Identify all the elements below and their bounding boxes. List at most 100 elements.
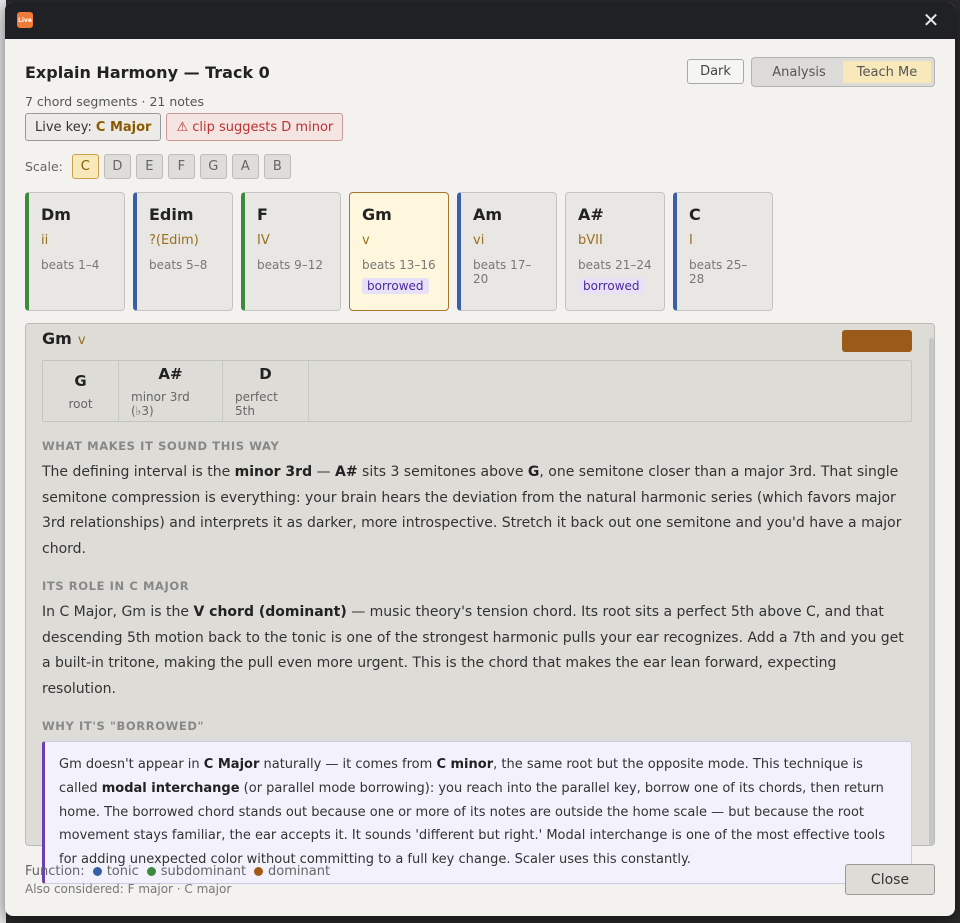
subdominant-dot-icon [146, 867, 156, 876]
chord-segments: Dm ii beats 1–4 Edim ?(Edim) beats 5–8 F… [25, 192, 773, 311]
detail-chord-name: Gm v [42, 329, 86, 348]
function-color-swatch [842, 330, 912, 352]
text-run: — [312, 464, 335, 480]
chord-name: Gm [362, 205, 392, 224]
key-badges: Live key: C Major ⚠ clip suggests D mino… [25, 113, 344, 141]
interval-cell: G root [43, 361, 119, 421]
chord-card[interactable]: C I beats 25–28 [673, 192, 773, 311]
scale-label: Scale: [25, 159, 63, 174]
page-title: Explain Harmony — Track 0 [25, 63, 270, 82]
chord-card[interactable]: A# bVII beats 21–24 borrowed [565, 192, 665, 311]
text-bold: A# [335, 464, 358, 480]
function-label: Function: [25, 864, 85, 879]
dark-theme-button[interactable]: Dark [687, 59, 744, 84]
interval-role: root [68, 396, 93, 411]
segment-summary: 7 chord segments · 21 notes [25, 94, 205, 109]
window-close-icon[interactable]: ✕ [921, 10, 941, 30]
detail-scrollbar[interactable] [929, 338, 934, 846]
chord-beats: beats 17–20 [473, 258, 532, 286]
dialog-header: Explain Harmony — Track 0 7 chord segmen… [5, 39, 955, 117]
dominant-dot-icon [254, 867, 264, 876]
chord-beats: beats 25–28 [689, 258, 748, 286]
text-bold: C minor [436, 757, 494, 772]
tab-teach-me[interactable]: Teach Me [843, 61, 931, 83]
scale-note-e[interactable]: E [135, 154, 163, 179]
function-legend: Function: tonic subdominant dominant [25, 864, 935, 879]
legend-subdominant: subdominant [146, 864, 247, 879]
chord-roman: v [362, 233, 370, 248]
legend-label: subdominant [160, 864, 247, 879]
scale-note-d[interactable]: D [103, 154, 131, 179]
titlebar: Live ✕ [5, 2, 955, 39]
interval-note: G [74, 371, 87, 390]
chord-roman: I [689, 233, 693, 248]
chord-roman: bVII [578, 233, 603, 248]
interval-note: D [259, 364, 272, 383]
detail-chord-label: Gm [42, 329, 72, 348]
detail-roman: v [77, 333, 86, 348]
legend-label: tonic [106, 864, 139, 879]
chord-beats: beats 9–12 [257, 258, 324, 272]
chord-name: A# [578, 205, 604, 224]
explain-harmony-dialog: Live ✕ Explain Harmony — Track 0 7 chord… [5, 2, 955, 916]
interval-role: perfect 5th [235, 389, 278, 418]
chord-roman: ii [41, 233, 49, 248]
scale-note-f[interactable]: F [167, 154, 195, 179]
legend-label: dominant [268, 864, 331, 879]
scale-note-c[interactable]: C [71, 154, 99, 179]
legend-tonic: tonic [92, 864, 139, 879]
key-warning-badge: ⚠ clip suggests D minor [166, 113, 344, 141]
chord-card[interactable]: Edim ?(Edim) beats 5–8 [133, 192, 233, 311]
text-run: naturally — it comes from [259, 757, 437, 772]
legend-dominant: dominant [254, 864, 330, 879]
role-paragraph: In C Major, Gm is the V chord (dominant)… [42, 600, 912, 702]
text-bold: modal interchange [101, 780, 240, 796]
chord-beats: beats 13–16 [362, 258, 436, 272]
detail-header: Gm v [42, 324, 912, 360]
chord-card[interactable]: Am vi beats 17–20 [457, 192, 557, 311]
live-key-value: C Major [95, 119, 152, 135]
app-icon: Live [17, 12, 33, 28]
text-run: sits 3 semitones above [357, 464, 528, 480]
interval-table: G root A# minor 3rd (♭3) D perfect 5th [42, 360, 912, 422]
text-bold: C Major [203, 757, 260, 772]
chord-card[interactable]: F IV beats 9–12 [241, 192, 341, 311]
borrowed-tag: borrowed [578, 278, 645, 294]
chord-detail-panel: Gm v G root A# minor 3rd (♭3) D perfect 5… [25, 323, 935, 884]
section-heading-role: ITS ROLE IN C MAJOR [42, 579, 190, 593]
text-run: In C Major, Gm is the [42, 604, 194, 620]
interval-cell: A# minor 3rd (♭3) [119, 361, 223, 421]
chord-name: F [257, 205, 268, 224]
chord-name: Edim [149, 205, 194, 224]
chord-card-selected[interactable]: Gm v beats 13–16 borrowed [349, 192, 449, 311]
scale-note-b[interactable]: B [263, 154, 291, 179]
chord-card[interactable]: Dm ii beats 1–4 [25, 192, 125, 311]
text-bold: V chord (dominant) [193, 604, 347, 620]
interval-role: minor 3rd (♭3) [131, 389, 190, 418]
live-key-label: Live key: [35, 119, 92, 135]
chord-name: Am [473, 205, 503, 224]
also-considered: Also considered: F major · C major [25, 882, 232, 896]
interval-cell: D perfect 5th [223, 361, 309, 421]
text-run: Gm doesn't appear in [59, 757, 204, 772]
scale-selector: Scale: C D E F G A B [25, 154, 291, 179]
close-button[interactable]: Close [845, 864, 935, 895]
tab-analysis[interactable]: Analysis [755, 61, 843, 83]
scale-note-a[interactable]: A [231, 154, 259, 179]
chord-beats: beats 1–4 [41, 258, 100, 272]
live-key-badge: Live key: C Major [25, 113, 162, 141]
scale-note-g[interactable]: G [199, 154, 227, 179]
section-heading-sound: WHAT MAKES IT SOUND THIS WAY [42, 439, 280, 453]
text-bold: G [527, 464, 540, 480]
chord-roman: IV [257, 233, 270, 248]
chord-name: Dm [41, 205, 71, 224]
borrowed-tag: borrowed [362, 278, 429, 294]
borrowed-callout: Gm doesn't appear in C Major naturally —… [42, 741, 912, 884]
chord-beats: beats 5–8 [149, 258, 208, 272]
chord-name: C [689, 205, 701, 224]
chord-roman: vi [473, 233, 485, 248]
interval-note: A# [158, 364, 183, 383]
chord-beats: beats 21–24 [578, 258, 652, 272]
text-bold: minor 3rd [234, 464, 313, 480]
text-run: The defining interval is the [42, 464, 235, 480]
